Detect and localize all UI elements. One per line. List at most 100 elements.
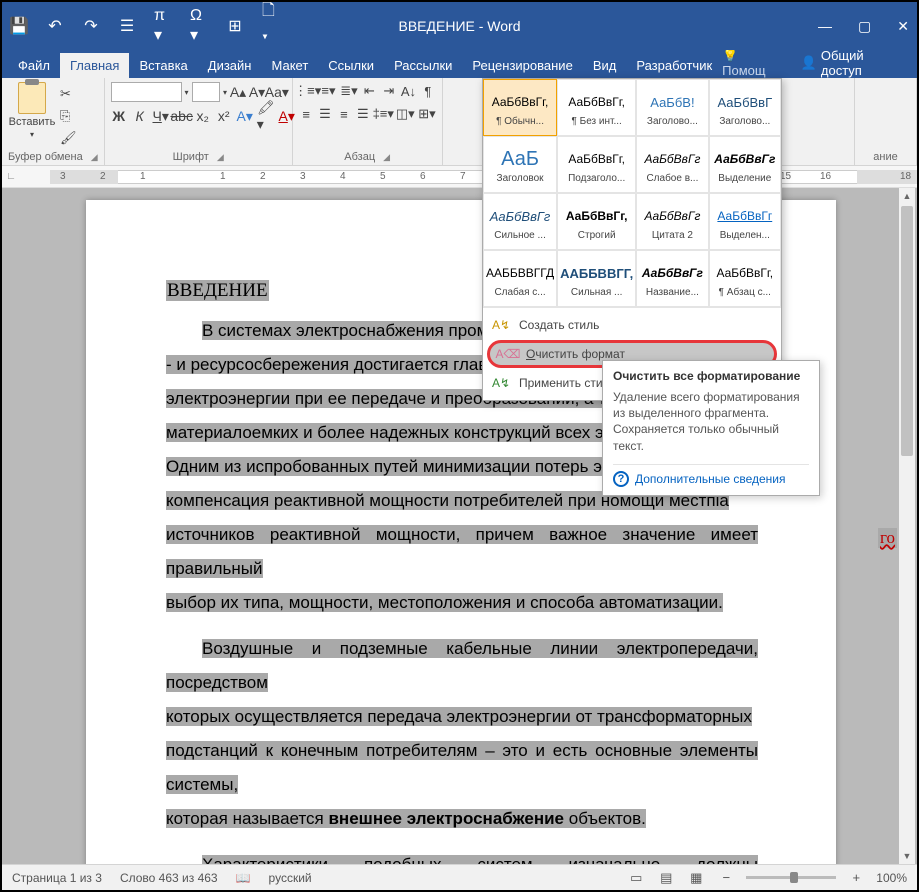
font-name-input[interactable] — [111, 82, 182, 102]
style-cell[interactable]: АаБбВвГгЦитата 2 — [636, 193, 708, 250]
multilevel-icon[interactable]: ≣▾ — [340, 82, 357, 100]
numbering-icon[interactable]: ≡▾ — [321, 82, 337, 100]
italic-icon[interactable]: К — [132, 107, 148, 125]
doc-heading[interactable]: ВВЕДЕНИЕ — [166, 280, 269, 301]
style-cell[interactable]: ААББВВГГ,Сильная ... — [557, 250, 636, 307]
paragraph-launcher-icon[interactable]: ◢ — [383, 152, 390, 163]
tab-home[interactable]: Главная — [60, 53, 129, 78]
editing-group: ание — [855, 78, 917, 165]
line-spacing-icon[interactable]: ‡≡▾ — [374, 105, 392, 123]
maximize-button[interactable]: ▢ — [858, 18, 871, 35]
doc-paragraph-3[interactable]: Характеристики подобных систем изначальн… — [166, 848, 758, 864]
web-layout-icon[interactable]: ▦ — [686, 869, 706, 887]
close-button[interactable]: ✕ — [897, 18, 909, 35]
save-icon[interactable]: 💾 — [10, 17, 28, 35]
show-marks-icon[interactable]: ¶ — [420, 82, 436, 100]
bold-icon[interactable]: Ж — [111, 107, 127, 125]
style-cell[interactable]: АаБбВвГг,Подзаголо... — [557, 136, 636, 193]
quick-access-toolbar: 💾 ↶ ↷ ☰ π ▾ Ω ▾ ⊞ 🗋 ▾ — [10, 17, 280, 35]
ruler-corner[interactable]: ∟ — [2, 171, 20, 182]
tab-file[interactable]: Файл — [8, 53, 60, 78]
undo-icon[interactable]: ↶ — [46, 17, 64, 35]
equation-icon[interactable]: π ▾ — [154, 17, 172, 35]
tab-layout[interactable]: Макет — [261, 53, 318, 78]
clear-format-icon: A⌫ — [500, 346, 516, 362]
spellcheck-word[interactable]: го — [878, 528, 897, 548]
style-cell[interactable]: АаБбВвГгВыделен... — [709, 193, 781, 250]
doc-paragraph-2[interactable]: Воздушные и подземные кабельные линии эл… — [166, 632, 758, 836]
tab-references[interactable]: Ссылки — [318, 53, 384, 78]
align-right-icon[interactable]: ≡ — [336, 105, 351, 123]
style-cell[interactable]: АаБбВвГг,¶ Без инт... — [557, 79, 636, 136]
proofing-icon[interactable]: 📖 — [236, 871, 251, 885]
zoom-slider[interactable] — [746, 876, 836, 879]
subscript-icon[interactable]: x₂ — [195, 107, 211, 125]
language-status[interactable]: русский — [269, 871, 312, 885]
page-status[interactable]: Страница 1 из 3 — [12, 871, 102, 885]
strike-icon[interactable]: abc — [174, 107, 190, 125]
underline-icon[interactable]: Ч▾ — [153, 107, 169, 125]
borders-icon[interactable]: ⊞▾ — [418, 105, 435, 123]
tell-me-input[interactable]: 💡 Помощ — [722, 47, 785, 78]
paste-button[interactable]: Вставить ▾ — [8, 82, 56, 146]
symbol-icon[interactable]: Ω ▾ — [190, 17, 208, 35]
scroll-up-icon[interactable]: ▲ — [899, 188, 915, 204]
apply-styles-icon: A↯ — [493, 375, 509, 391]
style-cell[interactable]: АаБЗаголовок — [483, 136, 557, 193]
font-size-input[interactable] — [192, 82, 220, 102]
print-layout-icon[interactable]: ▤ — [656, 869, 676, 887]
zoom-out-button[interactable]: − — [716, 869, 736, 887]
scroll-down-icon[interactable]: ▼ — [899, 848, 915, 864]
scroll-thumb[interactable] — [901, 206, 913, 456]
font-launcher-icon[interactable]: ◢ — [217, 152, 224, 163]
paste-icon — [18, 82, 46, 114]
clipboard-launcher-icon[interactable]: ◢ — [91, 152, 98, 163]
read-mode-icon[interactable]: ▭ — [626, 869, 646, 887]
create-style-icon: A↯ — [493, 317, 509, 333]
print-preview-icon[interactable]: 🗋 ▾ — [262, 17, 280, 35]
justify-icon[interactable]: ☰ — [355, 105, 370, 123]
share-button[interactable]: 👤 Общий доступ — [801, 48, 907, 78]
format-painter-icon[interactable]: 🖌 — [60, 130, 76, 146]
vertical-scrollbar[interactable]: ▲ ▼ — [899, 188, 915, 864]
style-cell[interactable]: АаБбВвГЗаголово... — [709, 79, 781, 136]
shading-icon[interactable]: ◫▾ — [396, 105, 414, 123]
tab-mailings[interactable]: Рассылки — [384, 53, 462, 78]
align-left-icon[interactable]: ≡ — [299, 105, 314, 123]
word-count[interactable]: Слово 463 из 463 — [120, 871, 218, 885]
minimize-button[interactable]: — — [818, 18, 832, 35]
create-style-item[interactable]: A↯ Создать стиль — [483, 312, 781, 338]
cut-icon[interactable]: ✂ — [60, 86, 76, 102]
copy-icon[interactable]: ⎘ — [60, 108, 76, 124]
tab-view[interactable]: Вид — [583, 53, 627, 78]
indent-icon[interactable]: ⇥ — [381, 82, 397, 100]
tab-developer[interactable]: Разработчик — [626, 53, 722, 78]
touch-mode-icon[interactable]: ☰ — [118, 17, 136, 35]
tab-review[interactable]: Рецензирование — [462, 53, 582, 78]
tab-design[interactable]: Дизайн — [198, 53, 262, 78]
style-cell[interactable]: АаБбВвГг,Строгий — [557, 193, 636, 250]
style-cell[interactable]: АаБбВвГгСлабое в... — [636, 136, 708, 193]
outdent-icon[interactable]: ⇤ — [362, 82, 378, 100]
grow-font-icon[interactable]: A▴ — [230, 83, 246, 101]
tooltip-more-link[interactable]: ? Дополнительные сведения — [613, 464, 809, 487]
bullets-icon[interactable]: ⋮≡▾ — [299, 82, 317, 100]
style-cell[interactable]: АаБбВвГг,¶ Абзац с... — [709, 250, 781, 307]
redo-icon[interactable]: ↷ — [82, 17, 100, 35]
text-effects-icon[interactable]: A▾ — [237, 107, 253, 125]
highlight-icon[interactable]: 🖍▾ — [258, 107, 274, 125]
addins-icon[interactable]: ⊞ — [226, 17, 244, 35]
style-cell[interactable]: АаБбВ!Заголово... — [636, 79, 708, 136]
style-cell[interactable]: АаБбВвГг,¶ Обычн... — [483, 79, 557, 136]
zoom-level[interactable]: 100% — [876, 871, 907, 885]
style-cell[interactable]: ААББВВГГДСлабая с... — [483, 250, 557, 307]
style-cell[interactable]: АаБбВвГгНазвание... — [636, 250, 708, 307]
style-cell[interactable]: АаБбВвГгВыделение — [709, 136, 781, 193]
paragraph-label: Абзац — [344, 151, 375, 163]
style-cell[interactable]: АаБбВвГгСильное ... — [483, 193, 557, 250]
align-center-icon[interactable]: ☰ — [318, 105, 333, 123]
tab-insert[interactable]: Вставка — [129, 53, 197, 78]
zoom-in-button[interactable]: + — [846, 869, 866, 887]
superscript-icon[interactable]: x² — [216, 107, 232, 125]
sort-icon[interactable]: A↓ — [401, 82, 417, 100]
